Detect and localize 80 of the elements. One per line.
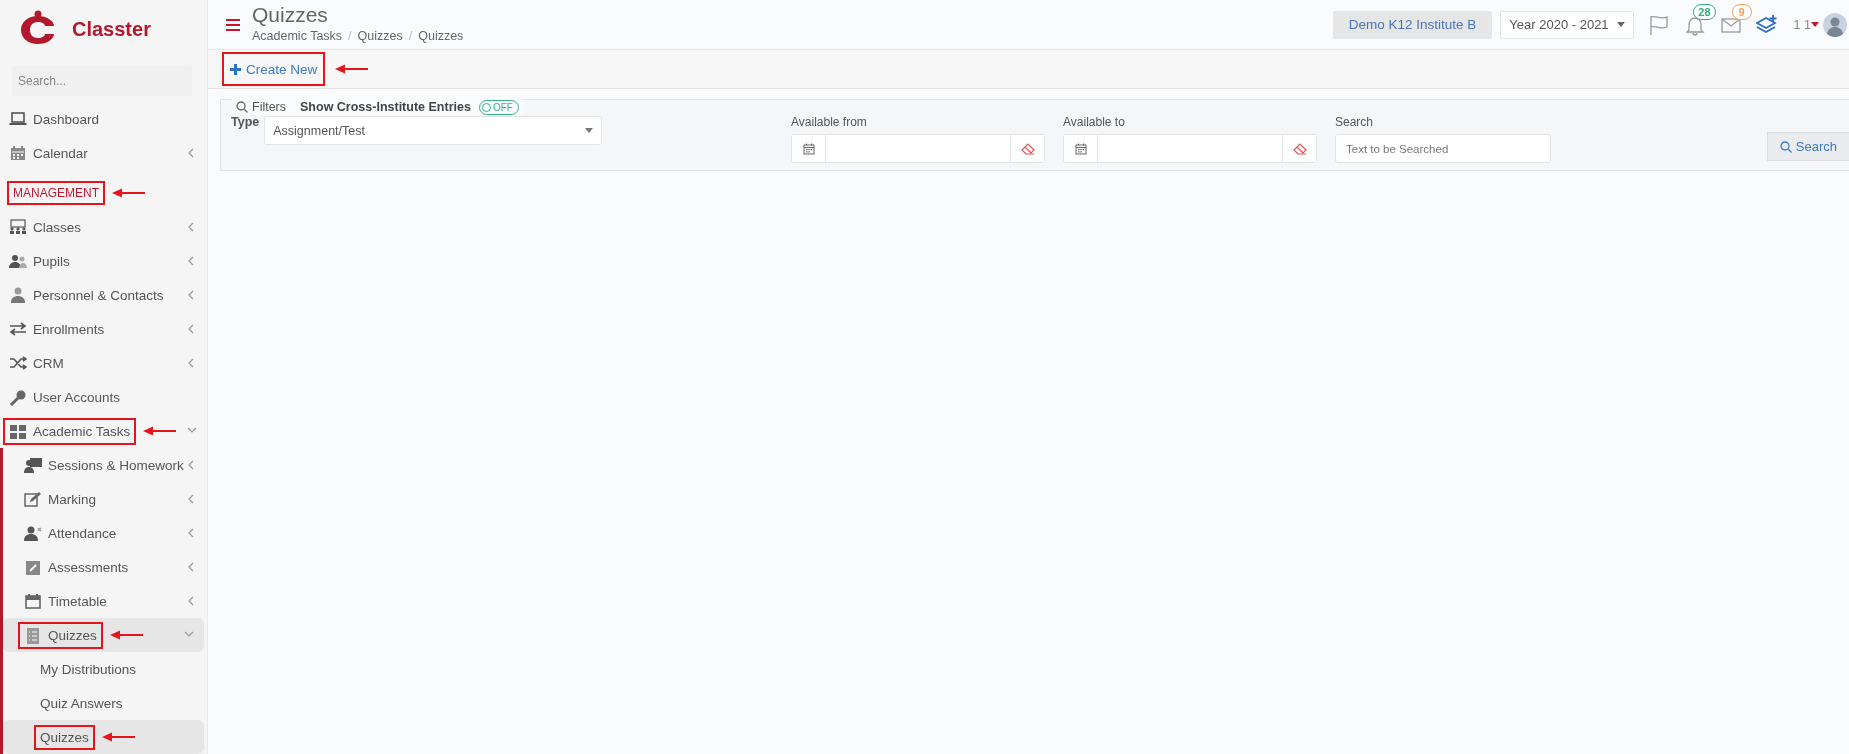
menu-icon[interactable] <box>226 18 240 31</box>
annotation-arrow <box>143 426 178 436</box>
calendar-icon <box>1074 142 1087 155</box>
sidebar-item[interactable]: CRM <box>6 352 67 374</box>
eraser-icon <box>1020 142 1035 155</box>
search-field[interactable]: Text to be Searched <box>1335 134 1551 163</box>
page-title: Quizzes <box>252 2 329 27</box>
sidebar-search-field[interactable]: Search... <box>12 66 192 96</box>
pencil-square-icon <box>24 558 42 576</box>
notification-count-badge: 9 <box>1731 3 1752 20</box>
search-button[interactable]: Search <box>1766 132 1849 161</box>
sidebar-item[interactable]: Timetable <box>21 590 110 612</box>
sidebar-item[interactable]: Quiz Answers <box>37 693 126 713</box>
annotation-arrow <box>109 630 144 640</box>
sidebar-item[interactable]: My Distributions <box>37 659 140 679</box>
available-from-label: Available from <box>791 115 868 129</box>
user-name[interactable]: 1 1 <box>1793 17 1811 32</box>
breadcrumb-separator: / <box>408 28 413 43</box>
app-logo-text: Classter <box>72 18 151 41</box>
caret-icon <box>1616 22 1625 27</box>
sidebar-item[interactable]: Attendance <box>21 522 120 544</box>
teacher-board-icon <box>24 456 42 474</box>
calendar-icon <box>802 142 815 155</box>
available-from-date-field[interactable] <box>825 135 1011 162</box>
users-icon <box>9 252 27 270</box>
key-icon <box>9 388 27 406</box>
sidebar-item[interactable]: User Accounts <box>6 386 124 408</box>
sidebar-item[interactable]: Assessments <box>21 556 132 578</box>
section-heading: MANAGEMENT <box>10 184 102 202</box>
plus-icon <box>230 63 241 75</box>
sidebar-item[interactable]: Quizzes <box>37 727 92 747</box>
sidebar-item[interactable]: Dashboard <box>6 108 103 130</box>
annotation-arrow <box>101 732 136 742</box>
layers-plus-icon[interactable] <box>1755 13 1778 36</box>
user-remove-icon <box>24 524 42 542</box>
avatar-icon[interactable] <box>1823 12 1847 37</box>
sidebar-item[interactable]: Calendar <box>6 142 91 164</box>
annotation-arrow <box>112 188 146 198</box>
sidebar-item[interactable]: Personnel & Contacts <box>6 284 167 306</box>
sidebar-item[interactable]: Classes <box>6 216 84 238</box>
laptop-icon <box>9 110 27 128</box>
sidebar-item[interactable]: Sessions & Homework <box>21 454 187 476</box>
eraser-icon <box>1292 142 1307 155</box>
sidebar-item[interactable]: Quizzes <box>21 624 100 646</box>
calendar-icon <box>9 144 27 162</box>
list-icon <box>24 626 42 644</box>
shuffle-icon <box>9 354 27 372</box>
available-to-label: Available to <box>1063 115 1126 129</box>
search-icon <box>1779 140 1792 153</box>
breadcrumb-item[interactable]: Quizzes <box>418 28 464 43</box>
date-picker-field[interactable] <box>791 134 1045 163</box>
annotation-arrow <box>335 64 370 74</box>
type-label: Type <box>231 115 260 129</box>
flag-icon[interactable] <box>1647 13 1670 36</box>
classroom-icon <box>9 218 27 236</box>
swap-arrows-icon <box>9 320 27 338</box>
breadcrumb-separator: / <box>348 28 352 43</box>
date-picker-field[interactable] <box>1063 134 1317 163</box>
breadcrumb-item[interactable]: Academic Tasks <box>252 28 343 43</box>
grid-icon <box>9 422 27 440</box>
search-icon <box>236 101 248 113</box>
year-select[interactable]: Year 2020 - 2021 <box>1500 10 1634 39</box>
sidebar-item[interactable]: Pupils <box>6 250 73 272</box>
calendar-icon <box>24 592 42 610</box>
notification-count-badge: 28 <box>1693 3 1716 20</box>
sidebar-item[interactable]: Enrollments <box>6 318 108 340</box>
create-new-button[interactable]: Create New <box>224 54 324 84</box>
breadcrumb-item[interactable]: Quizzes <box>357 28 403 43</box>
cross-institute-label: Show Cross-Institute Entries <box>300 100 471 114</box>
caret-icon <box>585 128 594 133</box>
search-label: Search <box>1335 115 1375 129</box>
sidebar-item[interactable]: Marking <box>21 488 99 510</box>
person-icon <box>9 286 27 304</box>
institute-button[interactable]: Demo K12 Institute B <box>1332 10 1493 39</box>
type-select[interactable]: Assignment/Test <box>264 116 603 145</box>
caret-icon <box>1811 22 1819 27</box>
filters-legend: Filters <box>252 100 287 114</box>
available-to-date-field[interactable] <box>1097 135 1283 162</box>
sidebar-item[interactable]: Academic Tasks <box>6 420 134 442</box>
edit-icon <box>24 490 42 508</box>
